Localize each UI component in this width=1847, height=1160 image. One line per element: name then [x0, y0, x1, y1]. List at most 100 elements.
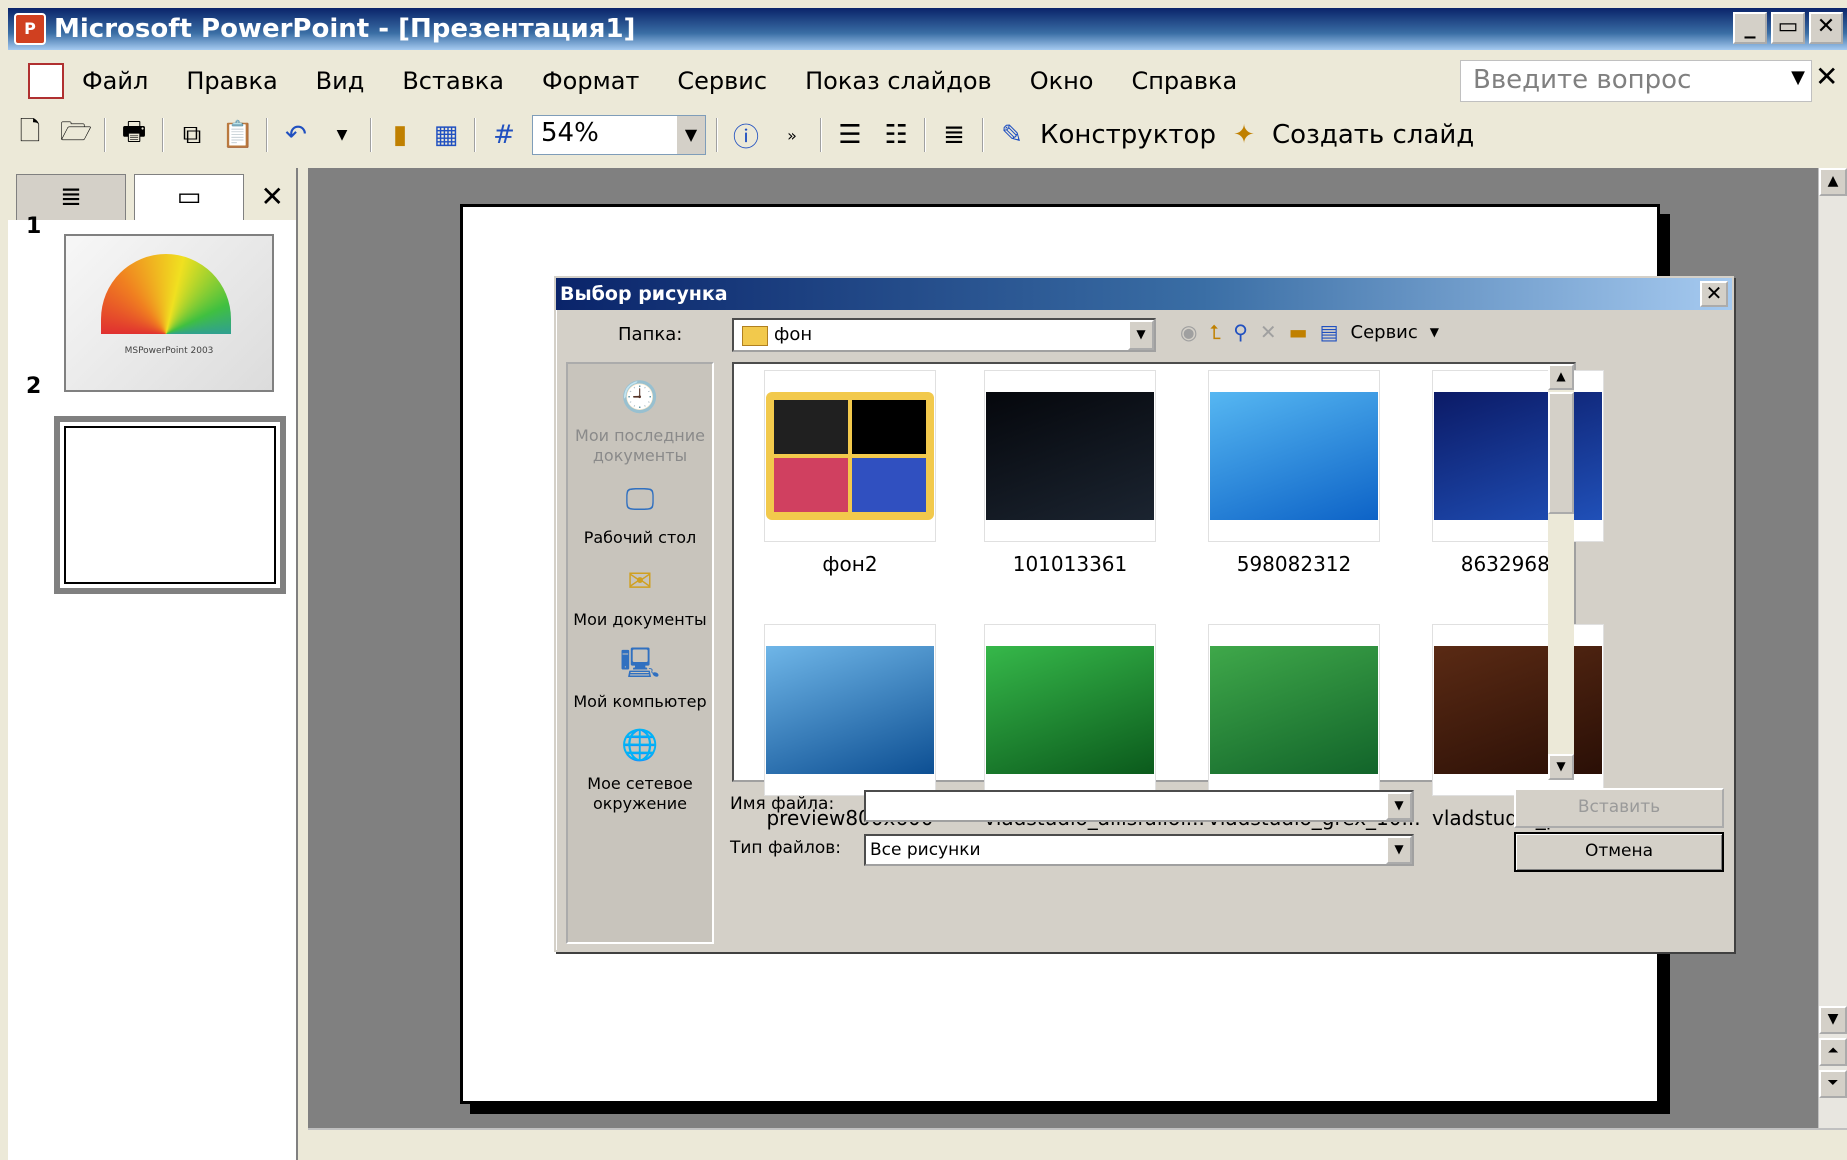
slides-pane: ≣ ▭ ✕ 1 MSPowerPoint 2003 2 — [8, 168, 298, 1160]
document-icon[interactable] — [28, 63, 64, 99]
file-item[interactable]: 863296830 — [1432, 370, 1604, 576]
powerpoint-icon: P — [14, 13, 46, 45]
close-icon[interactable]: ✕ — [261, 174, 284, 220]
help-question-input[interactable]: Введите вопрос ▼ — [1460, 60, 1812, 102]
menu-help[interactable]: Справка — [1131, 67, 1237, 95]
standard-toolbar: 🗋 🗁 🖶 ⧉ 📋 ↶ ▼ ▮ ▦ # 54% ▼ ⓘ » ☰ ☷ ≣ ✎ Ко… — [12, 110, 1474, 160]
minimize-button[interactable]: _ — [1733, 12, 1767, 44]
file-list: фон2 101013361 598082312 863296830 previ… — [732, 362, 1654, 830]
chevron-down-icon[interactable]: ▼ — [1386, 792, 1412, 820]
slide-thumbnail-2[interactable] — [54, 416, 286, 594]
file-item[interactable]: фон2 — [764, 370, 936, 576]
numbered-list-icon[interactable]: ☰ — [832, 117, 868, 153]
indent-icon[interactable]: ≣ — [936, 117, 972, 153]
close-icon[interactable]: ✕ — [1700, 281, 1728, 307]
filename-label: Имя файла: — [730, 794, 835, 814]
scroll-down-icon[interactable]: ▼ — [1548, 754, 1574, 780]
undo-icon[interactable]: ↶ — [278, 117, 314, 153]
color-fan-image — [101, 254, 231, 334]
views-icon[interactable]: ▤ — [1320, 320, 1339, 344]
place-network[interactable]: 🌐 Мое сетевое окружение — [568, 720, 712, 814]
grid-icon[interactable]: # — [486, 117, 522, 153]
file-item[interactable]: 598082312 — [1208, 370, 1380, 576]
folder-select[interactable]: фон ▼ — [732, 318, 1156, 352]
toolbar-options-icon[interactable]: » — [774, 117, 810, 153]
chevron-down-icon[interactable]: ▼ — [1128, 320, 1154, 350]
scroll-down-icon[interactable]: ▼ — [1819, 1006, 1847, 1034]
notes-divider — [308, 1128, 1847, 1160]
file-name: фон2 — [822, 552, 878, 576]
place-label: Мое сетевое окружение — [587, 774, 693, 813]
file-list-scrollbar[interactable]: ▲ ▼ — [1548, 364, 1574, 780]
copy-icon[interactable]: ⧉ — [174, 117, 210, 153]
cancel-button[interactable]: Отмена — [1514, 832, 1724, 872]
outline-icon: ≣ — [60, 182, 82, 212]
insert-picture-dialog: Выбор рисунка ✕ Папка: фон ▼ ◉ ⮤ ⚲ ✕ ▬ ▤… — [554, 276, 1734, 952]
zoom-select[interactable]: 54% ▼ — [532, 115, 706, 155]
new-document-icon[interactable]: 🗋 — [12, 117, 48, 153]
menu-slideshow[interactable]: Показ слайдов — [805, 67, 992, 95]
powerpoint-window: P Microsoft PowerPoint - [Презентация1] … — [0, 0, 1847, 1160]
menu-format[interactable]: Формат — [542, 67, 639, 95]
chevron-down-icon[interactable]: ▼ — [1791, 67, 1805, 88]
insert-button[interactable]: Вставить — [1514, 788, 1724, 828]
next-slide-icon[interactable]: ⏷ — [1819, 1070, 1847, 1098]
image-thumbnail — [1208, 370, 1380, 542]
tab-slides[interactable]: ▭ — [134, 174, 244, 220]
menu-window[interactable]: Окно — [1030, 67, 1094, 95]
chevron-down-icon[interactable]: ▼ — [677, 116, 705, 154]
close-document-button[interactable]: ✕ — [1815, 60, 1838, 93]
menu-tools[interactable]: Сервис — [677, 67, 767, 95]
help-icon[interactable]: ⓘ — [728, 117, 764, 153]
scroll-up-icon[interactable]: ▲ — [1548, 364, 1574, 390]
up-folder-icon[interactable]: ⮤ — [1209, 320, 1221, 344]
place-my-documents[interactable]: ✉ Мои документы — [568, 556, 712, 630]
chevron-down-icon[interactable]: ▼ — [324, 117, 360, 153]
dialog-title: Выбор рисунка — [560, 283, 728, 305]
menu-view[interactable]: Вид — [316, 67, 365, 95]
separator — [370, 118, 372, 152]
service-menu[interactable]: Сервис — [1351, 322, 1418, 343]
file-name: 863296830 — [1460, 552, 1576, 576]
filetype-select[interactable]: Все рисунки ▼ — [864, 834, 1414, 866]
scroll-thumb[interactable] — [1548, 392, 1574, 514]
chevron-down-icon[interactable]: ▼ — [1386, 836, 1412, 864]
chart-icon[interactable]: ▮ — [382, 117, 418, 153]
thumbnail-text: MSPowerPoint 2003 — [124, 346, 214, 356]
dialog-toolbar: ◉ ⮤ ⚲ ✕ ▬ ▤ Сервис ▼ — [1180, 320, 1439, 344]
paste-icon[interactable]: 📋 — [220, 117, 256, 153]
slide-number: 1 — [26, 214, 42, 239]
close-button[interactable]: ✕ — [1809, 12, 1843, 44]
designer-icon[interactable]: ✎ — [994, 117, 1030, 153]
menu-edit[interactable]: Правка — [186, 67, 277, 95]
bulleted-list-icon[interactable]: ☷ — [878, 117, 914, 153]
menu-file[interactable]: Файл — [82, 67, 148, 95]
file-item[interactable]: 101013361 — [984, 370, 1156, 576]
network-places-icon: 🌐 — [621, 728, 659, 763]
open-icon[interactable]: 🗁 — [58, 117, 94, 153]
place-label: Мои документы — [573, 610, 707, 629]
scroll-up-icon[interactable]: ▲ — [1819, 168, 1847, 196]
slide-number: 2 — [26, 374, 42, 399]
menu-insert[interactable]: Вставка — [402, 67, 504, 95]
slide-thumbnail-1[interactable]: MSPowerPoint 2003 — [64, 234, 274, 392]
designer-button[interactable]: Конструктор — [1040, 120, 1216, 150]
new-slide-icon[interactable]: ✦ — [1226, 117, 1262, 153]
vertical-scrollbar[interactable]: ▲ ▼ ⏶ ⏷ — [1818, 168, 1847, 1128]
place-desktop[interactable]: 🖵 Рабочий стол — [568, 474, 712, 548]
table-icon[interactable]: ▦ — [428, 117, 464, 153]
print-icon[interactable]: 🖶 — [116, 117, 152, 153]
chevron-down-icon[interactable]: ▼ — [1430, 325, 1439, 339]
separator — [162, 118, 164, 152]
new-slide-button[interactable]: Создать слайд — [1272, 120, 1474, 150]
back-icon[interactable]: ◉ — [1180, 320, 1197, 344]
place-recent-documents[interactable]: 🕘 Мои последние документы — [568, 372, 712, 466]
new-folder-icon[interactable]: ▬ — [1289, 320, 1308, 344]
delete-icon[interactable]: ✕ — [1260, 320, 1277, 344]
place-my-computer[interactable]: 🖳 Мой компьютер — [568, 638, 712, 712]
search-web-icon[interactable]: ⚲ — [1233, 320, 1248, 344]
separator — [924, 118, 926, 152]
filename-input[interactable]: ▼ — [864, 790, 1414, 822]
previous-slide-icon[interactable]: ⏶ — [1819, 1038, 1847, 1066]
maximize-button[interactable]: ▭ — [1771, 12, 1805, 44]
